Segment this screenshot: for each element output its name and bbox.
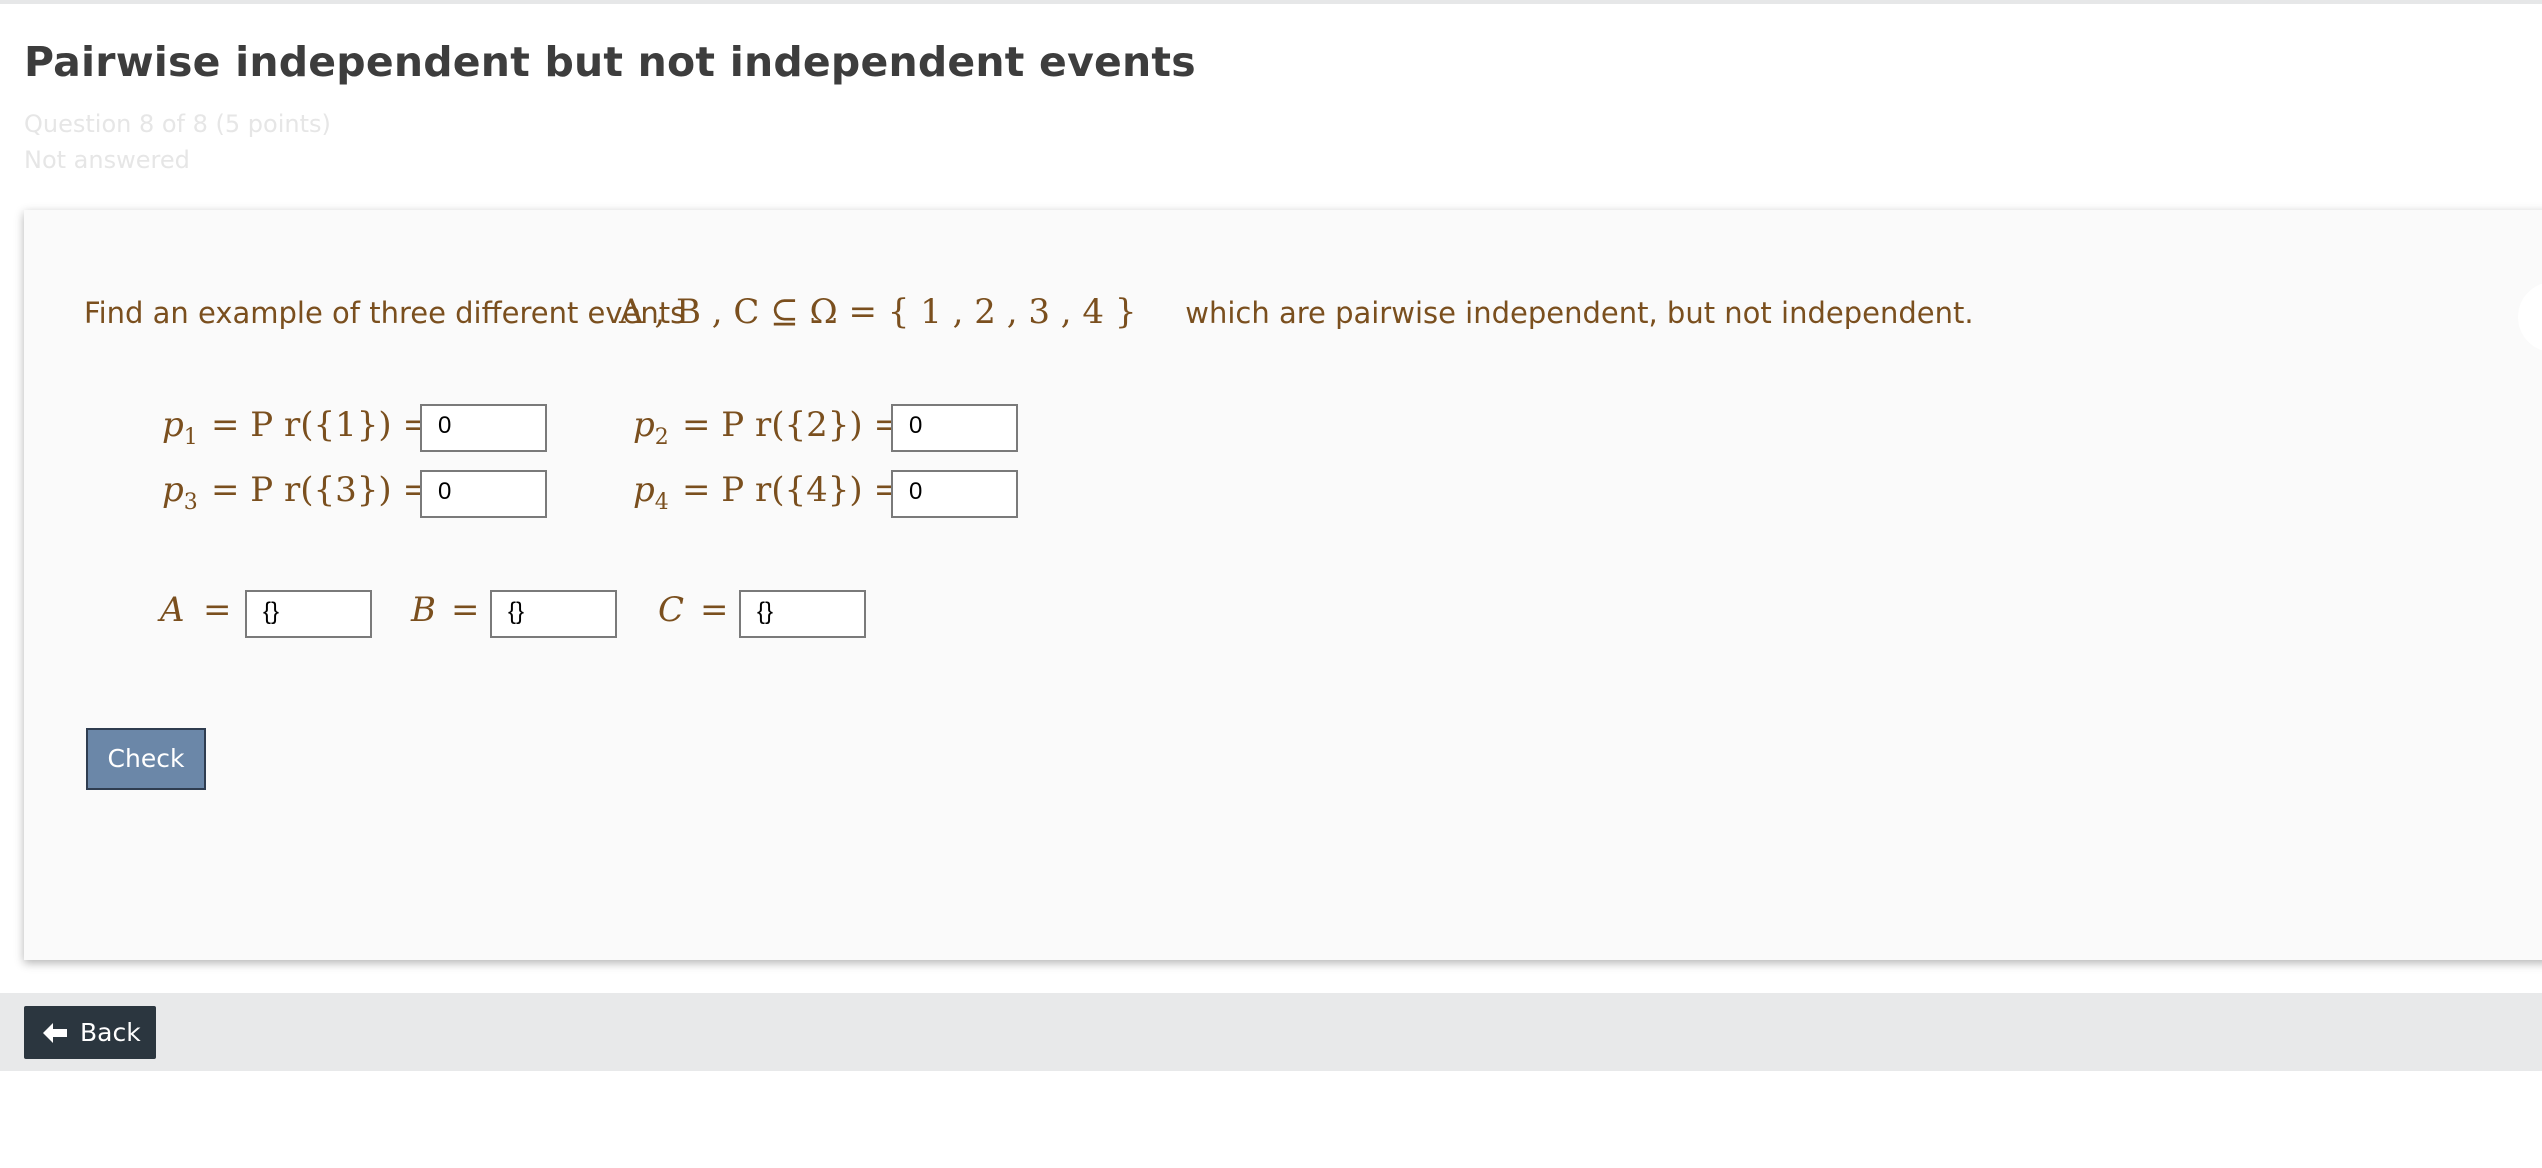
events-math: A , B , C ⊆ Ω = { 1 , 2 , 3 , 4 } — [619, 292, 1137, 332]
set-b-label: B — [411, 590, 436, 630]
prompt-after: which are pairwise independent, but not … — [1185, 296, 1974, 330]
p3-label: p3 — [162, 470, 198, 515]
footer-bar — [0, 993, 2542, 1071]
p4-input[interactable]: 0 — [891, 470, 1018, 518]
p2-label: p2 — [633, 405, 669, 450]
set-a-label: A — [160, 590, 185, 630]
p4-label: p4 — [633, 470, 669, 515]
p1-label: p1 — [162, 405, 198, 450]
set-b-input[interactable]: {} — [490, 590, 617, 638]
set-c-input[interactable]: {} — [739, 590, 866, 638]
p1-expression: = P r({1}) = — [211, 405, 431, 445]
set-c-label: C — [658, 590, 685, 630]
question-info: Question 8 of 8 (5 points) — [24, 110, 331, 138]
p3-input[interactable]: 0 — [420, 470, 547, 518]
p3-expression: = P r({3}) = — [211, 470, 431, 510]
answer-status: Not answered — [24, 146, 190, 174]
check-button[interactable]: Check — [86, 728, 206, 790]
set-a-equals: = — [203, 590, 232, 630]
set-c-equals: = — [700, 590, 729, 630]
back-label: Back — [80, 1018, 141, 1047]
back-button[interactable]: Back — [24, 1006, 156, 1059]
arrow-left-icon — [43, 1022, 67, 1043]
p4-expression: = P r({4}) = — [682, 470, 902, 510]
set-b-equals: = — [451, 590, 480, 630]
p1-input[interactable]: 0 — [420, 404, 547, 452]
set-a-input[interactable]: {} — [245, 590, 372, 638]
p2-input[interactable]: 0 — [891, 404, 1018, 452]
prompt-before: Find an example of three different event… — [84, 296, 686, 330]
page-title: Pairwise independent but not independent… — [24, 38, 1196, 86]
p2-expression: = P r({2}) = — [682, 405, 902, 445]
top-divider — [0, 0, 2542, 4]
